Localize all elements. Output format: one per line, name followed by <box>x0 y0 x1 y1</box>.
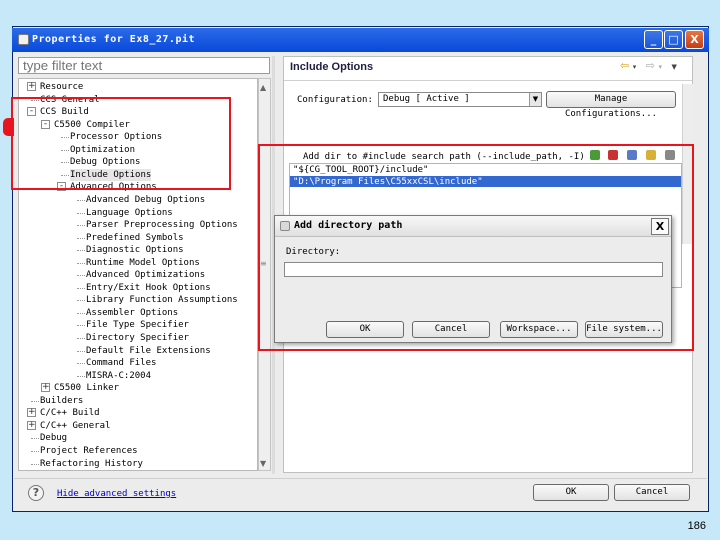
tree-item-label: C/C++ General <box>40 420 111 431</box>
scroll-down-icon[interactable]: ▼ <box>260 459 266 468</box>
manage-configurations-button[interactable]: Manage Configurations... <box>546 91 676 119</box>
tree-connector <box>77 300 85 302</box>
configuration-value: Debug [ Active ] <box>383 94 470 104</box>
tree-item-label: Advanced Optimizations <box>86 270 206 281</box>
expand-icon[interactable]: + <box>27 82 36 91</box>
footer-separator <box>14 478 707 479</box>
tree-item-label: Builders <box>40 395 84 406</box>
view-menu-icon[interactable]: ▼ <box>671 63 676 71</box>
page-number: 186 <box>687 520 706 532</box>
tree-item-label: Default File Extensions <box>86 345 211 356</box>
chevron-down-icon: ▼ <box>529 93 541 106</box>
tree-connector <box>77 338 85 339</box>
tree-connector <box>77 350 85 352</box>
tree-item-label: Project References <box>40 445 138 456</box>
tree-connector <box>77 250 85 252</box>
tree-connector <box>31 400 39 402</box>
tree-item-label: Entry/Exit Hook Options <box>86 282 211 293</box>
tree-connector <box>77 212 85 214</box>
filter-input[interactable] <box>18 57 270 74</box>
tree-item-label: Directory Specifier <box>86 333 189 343</box>
tree-connector <box>77 325 85 327</box>
tree-connector <box>31 450 39 452</box>
header-separator <box>284 80 692 81</box>
back-icon[interactable]: ⇦ <box>620 59 629 72</box>
tree-connector <box>77 225 85 227</box>
tree-item-label: Advanced Debug Options <box>86 194 206 205</box>
expand-icon[interactable]: + <box>41 383 50 393</box>
highlight-box-tree <box>11 97 231 190</box>
tree-connector <box>77 312 85 314</box>
back-menu-icon[interactable]: ▾ <box>633 63 637 71</box>
highlight-box-dialog <box>258 144 694 351</box>
tree-item-label: C/C++ Build <box>40 408 100 419</box>
expand-icon[interactable]: + <box>27 408 36 418</box>
help-icon[interactable]: ? <box>28 485 44 501</box>
tree-item-label: Refactoring History <box>40 458 143 469</box>
tree-item-label: Assembler Options <box>86 307 179 318</box>
tree-connector <box>77 237 85 239</box>
highlight-marker <box>3 118 14 136</box>
ok-button[interactable]: OK <box>533 484 609 501</box>
tree-item-label: Diagnostic Options <box>86 245 184 256</box>
page-title: Include Options <box>290 61 374 73</box>
tree-connector <box>77 287 85 289</box>
scroll-up-icon[interactable]: ▲ <box>260 83 266 92</box>
window-title: Properties for Ex8_27.pit <box>32 34 196 45</box>
tree-connector <box>77 275 85 277</box>
hide-advanced-link[interactable]: Hide advanced settings <box>57 489 176 499</box>
tree-item-label: MISRA-C:2004 <box>86 370 152 381</box>
tree-connector <box>77 262 85 264</box>
tree-connector <box>77 363 85 365</box>
configuration-combo[interactable]: Debug [ Active ] ▼ <box>378 92 542 107</box>
tree-connector <box>77 199 85 201</box>
tree-item-label: Predefined Symbols <box>86 232 184 243</box>
configuration-label: Configuration: <box>297 95 373 105</box>
tree-item-label: Runtime Model Options <box>86 257 200 268</box>
tree-item-label: File Type Specifier <box>86 320 189 331</box>
tree-item-label: Parser Preprocessing Options <box>86 220 238 231</box>
close-button[interactable]: X <box>685 30 704 49</box>
tree-connector <box>31 438 39 440</box>
cancel-button[interactable]: Cancel <box>614 484 690 501</box>
expand-icon[interactable]: + <box>27 420 36 430</box>
tree-item-label: Resource <box>40 82 84 92</box>
tree-item-label: C5500 Linker <box>54 383 120 394</box>
tree-item-label: Debug <box>40 433 68 444</box>
window-app-icon <box>18 34 29 45</box>
tree-connector <box>77 375 85 377</box>
forward-icon[interactable]: ⇨ <box>646 59 655 72</box>
tree-connector <box>31 463 39 465</box>
tree-item-label: Command Files <box>86 358 157 369</box>
maximize-button[interactable]: □ <box>664 30 683 49</box>
tree-item-label: Language Options <box>86 207 173 218</box>
forward-menu-icon[interactable]: ▾ <box>658 63 662 71</box>
minimize-button[interactable]: _ <box>644 30 663 49</box>
page-nav: ⇦ ▾ ⇨ ▾ ▼ <box>620 59 677 72</box>
tree-item-label: Library Function Assumptions <box>86 295 238 306</box>
